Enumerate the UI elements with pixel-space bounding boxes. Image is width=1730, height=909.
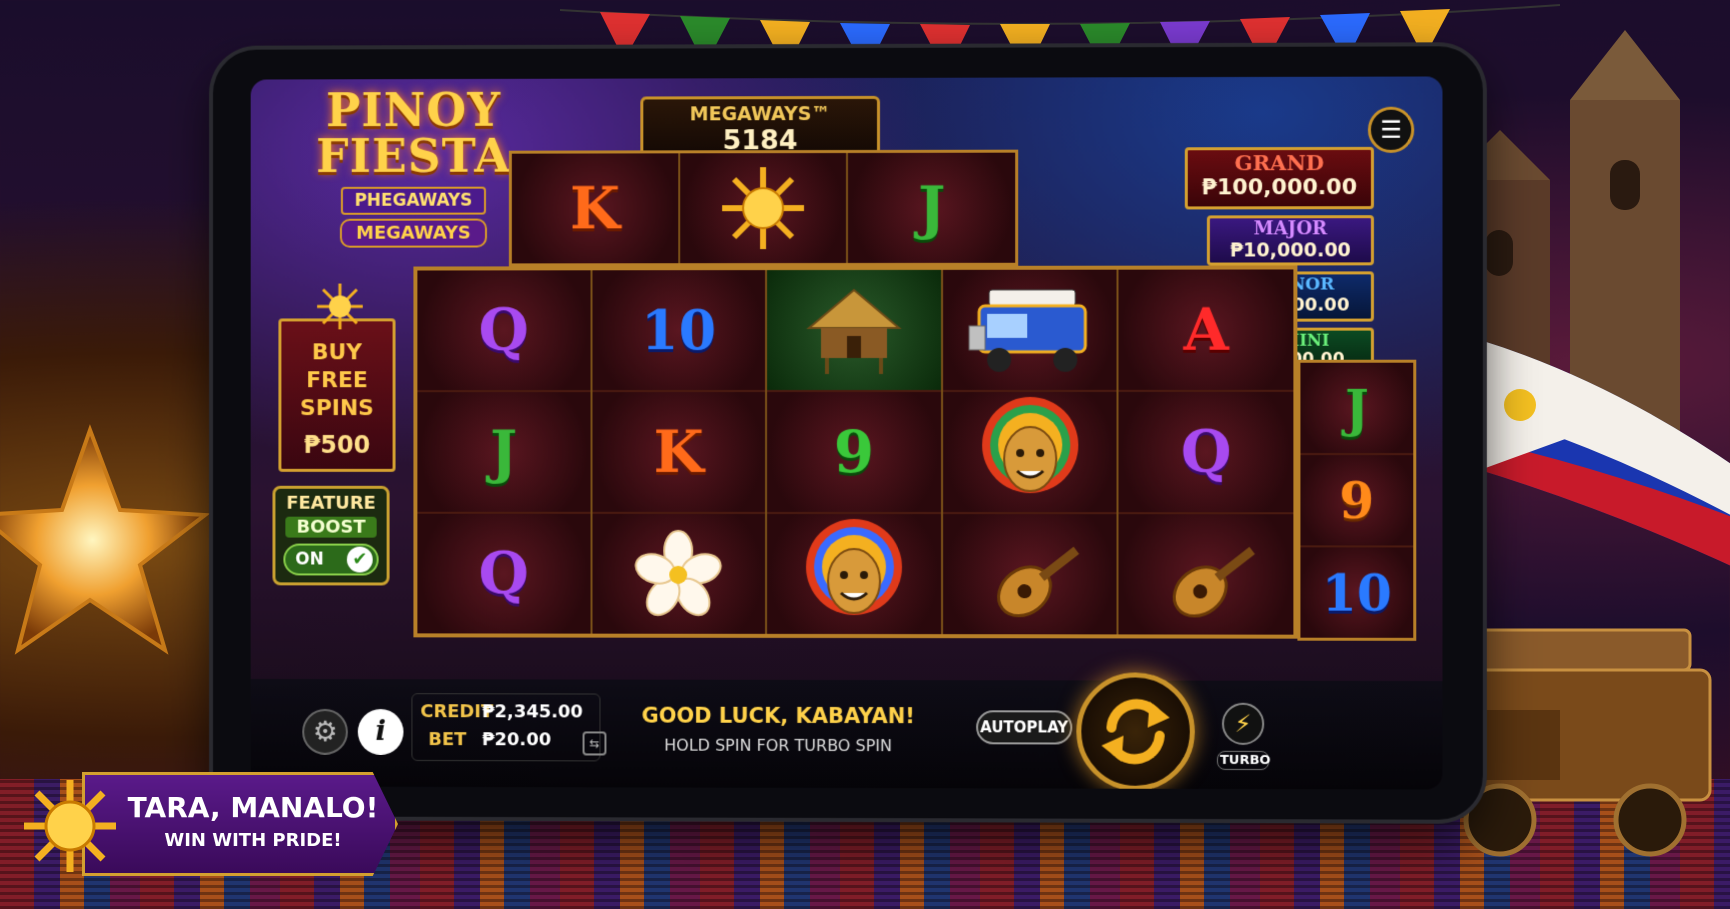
jackpot-grand: GRAND ₱100,000.00 — [1184, 146, 1374, 210]
mask-symbol-icon — [767, 513, 941, 635]
turbo-hint: HOLD SPIN FOR TURBO SPIN — [664, 735, 893, 756]
checkmark-icon: ✔ — [346, 546, 373, 573]
control-bar: ⚙ i CREDIT ₱2,345.00 BET ₱20.00 ⇆ GOOD L… — [250, 672, 1443, 790]
tablet-device: PINOY FIESTA PHEGAWAYS MEGAWAYS MEGAWAYS… — [213, 46, 1483, 820]
bet-adjust-icon: ⇆ — [589, 736, 600, 751]
symbol-k: K — [592, 392, 766, 514]
menu-button[interactable]: ☰ — [1367, 106, 1415, 153]
mask-symbol-icon — [942, 391, 1117, 515]
symbol-9: 9 — [1300, 455, 1414, 548]
symbol-k: K — [511, 153, 680, 264]
reel-2: 10 K — [592, 270, 768, 634]
credit-value: ₱2,345.00 — [482, 701, 583, 723]
symbol-q: Q — [417, 513, 591, 634]
message-area: GOOD LUCK, KABAYAN! HOLD SPIN FOR TURBO … — [628, 704, 928, 756]
promo-line-2: WIN WITH PRIDE! — [164, 830, 342, 851]
buy-label-3: SPINS — [300, 396, 374, 422]
reel-1: Q J Q — [417, 270, 593, 634]
symbol-9: 9 — [767, 391, 941, 515]
parol-lantern-icon — [0, 424, 211, 655]
jackpot-major: MAJOR ₱10,000.00 — [1206, 215, 1374, 266]
reel-3: 9 — [767, 269, 943, 635]
megaways-label: MEGAWAYS™ — [689, 103, 831, 126]
promo-line-1: TARA, MANALO! — [127, 791, 379, 824]
symbol-10: 10 — [592, 270, 766, 393]
feature-boost-label-2: BOOST — [285, 516, 377, 538]
turbo-button[interactable]: ⚡ TURBO — [1216, 702, 1271, 779]
promo-panel: TARA, MANALO! WIN WITH PRIDE! — [82, 772, 398, 876]
jeepney-symbol-icon — [942, 269, 1117, 392]
hamburger-icon: ☰ — [1380, 115, 1402, 144]
credit-label: CREDIT — [420, 701, 494, 723]
reel-6: J 9 10 — [1297, 359, 1417, 641]
settings-button[interactable]: ⚙ — [302, 708, 348, 755]
symbol-a: A — [1118, 269, 1294, 392]
feature-boost-panel: FEATURE BOOST ON ✔ — [272, 485, 390, 586]
symbol-q: Q — [1118, 391, 1294, 515]
spin-button[interactable] — [1076, 672, 1195, 790]
bet-value: ₱20.00 — [482, 729, 552, 751]
symbol-10: 10 — [1300, 547, 1414, 638]
bet-label: BET — [428, 729, 467, 751]
reels-top-row: K J — [508, 149, 1019, 267]
jackpot-major-name: MAJOR — [1253, 218, 1328, 240]
buy-price: ₱500 — [303, 431, 371, 459]
good-luck-message: GOOD LUCK, KABAYAN! — [641, 703, 915, 729]
gear-icon: ⚙ — [312, 714, 338, 748]
feature-boost-label-1: FEATURE — [286, 492, 376, 514]
jackpot-major-amount: ₱10,000.00 — [1229, 239, 1351, 262]
promo-banner: TARA, MANALO! WIN WITH PRIDE! — [20, 772, 400, 882]
logo-subtitle-2: MEGAWAYS — [340, 218, 487, 248]
info-icon: i — [375, 714, 386, 747]
sun-icon — [315, 282, 365, 332]
feature-boost-toggle[interactable]: ON ✔ — [283, 543, 379, 576]
autoplay-button[interactable]: AUTOPLAY — [976, 710, 1073, 745]
info-button[interactable]: i — [357, 709, 404, 755]
symbol-j: J — [1300, 362, 1414, 456]
reel-5: A Q — [1118, 269, 1294, 635]
jackpot-grand-name: GRAND — [1234, 150, 1325, 176]
symbol-j: J — [848, 152, 1016, 263]
logo-subtitle-1: PHEGAWAYS — [340, 186, 487, 215]
buy-label-2: FREE — [306, 368, 368, 394]
nipa-hut-symbol-icon — [767, 269, 941, 393]
reels-grid: Q J Q 10 K 9 A Q — [413, 265, 1298, 639]
guitar-symbol-icon — [942, 514, 1117, 635]
turbo-label: TURBO — [1216, 750, 1271, 771]
buy-label-1: BUY — [311, 340, 363, 366]
guitar-symbol-icon — [1118, 514, 1294, 635]
game-screen: PINOY FIESTA PHEGAWAYS MEGAWAYS MEGAWAYS… — [250, 76, 1443, 790]
buy-free-spins-button[interactable]: BUY FREE SPINS ₱500 — [278, 318, 396, 472]
bet-adjust-button[interactable]: ⇆ — [582, 731, 607, 756]
sun-symbol-icon — [679, 152, 849, 264]
symbol-j: J — [417, 392, 591, 514]
game-logo: PINOY FIESTA PHEGAWAYS MEGAWAYS — [294, 82, 532, 287]
symbol-q: Q — [417, 270, 591, 393]
jackpot-grand-amount: ₱100,000.00 — [1201, 175, 1358, 201]
lightning-icon: ⚡ — [1221, 702, 1265, 745]
reel-4 — [942, 269, 1119, 635]
credit-bet-panel: CREDIT ₱2,345.00 BET ₱20.00 — [411, 693, 601, 762]
logo-title-line1: PINOY — [326, 82, 501, 138]
refresh-icon — [1081, 677, 1189, 785]
flower-symbol-icon — [592, 513, 766, 634]
sun-icon — [24, 780, 116, 872]
feature-boost-state: ON — [295, 549, 324, 570]
logo-title-line2: FIESTA — [316, 128, 511, 183]
